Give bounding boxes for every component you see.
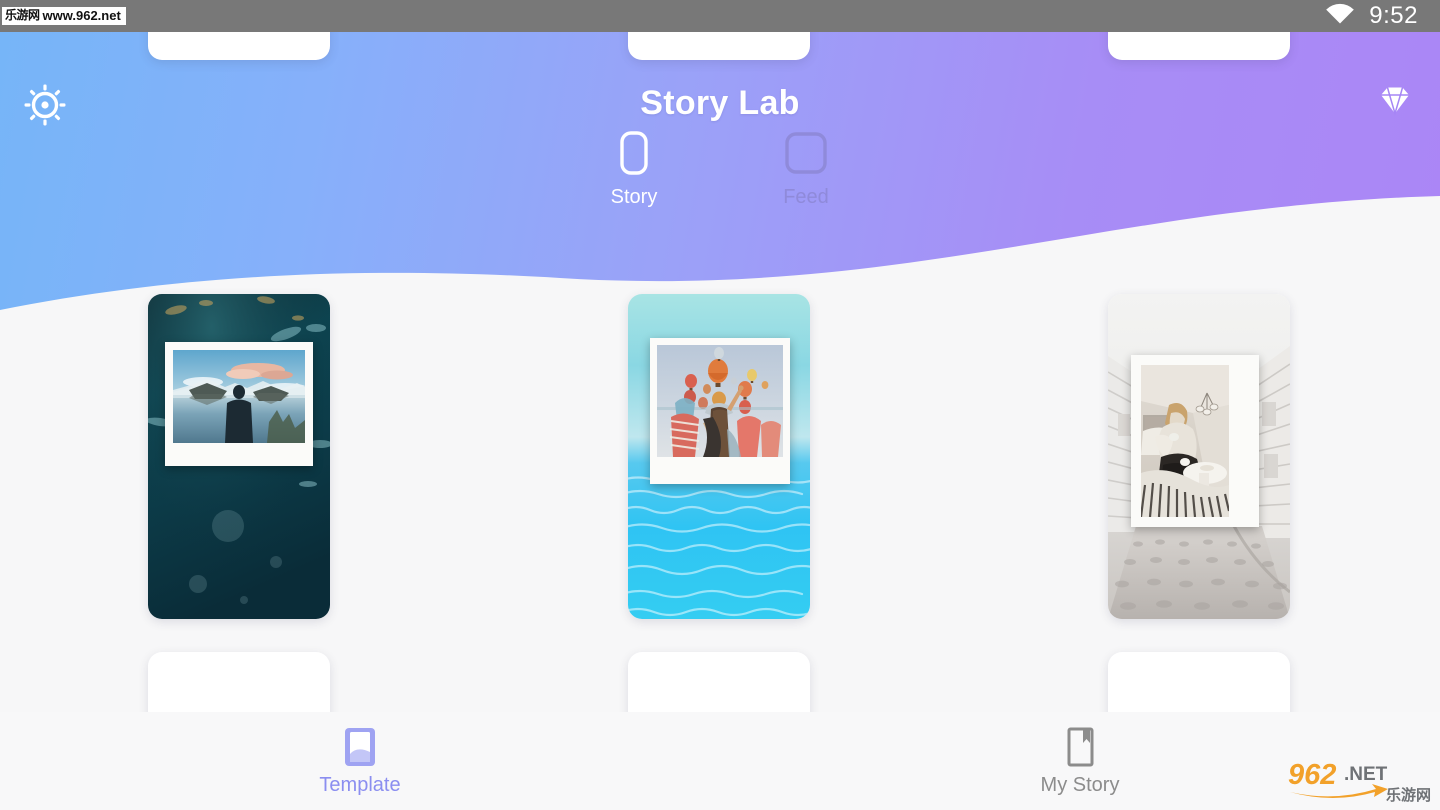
photo-frame-3	[1131, 355, 1259, 527]
template-card-cobblestone-street[interactable]	[1108, 294, 1290, 619]
site-watermark: 乐游网 www.962.net	[2, 7, 126, 25]
polaroid-frame-2	[650, 338, 790, 484]
story-format-icon	[619, 128, 649, 178]
bookmark-icon	[1060, 726, 1100, 768]
tab-story-label: Story	[610, 186, 658, 208]
polaroid-photo-1	[173, 350, 305, 443]
corner-watermark-logo: 962 .NET 乐游网	[1286, 754, 1432, 804]
wifi-icon	[1325, 3, 1355, 30]
nav-item-template-label: Template	[319, 773, 401, 796]
format-tab-bar: Story Feed	[0, 128, 1440, 209]
premium-button[interactable]	[1372, 82, 1418, 128]
site-watermark-url: www.962.net	[42, 8, 121, 23]
page-title: Story Lab	[640, 84, 800, 122]
watermark-digits: 962	[1288, 759, 1336, 791]
site-watermark-cn: 乐游网	[5, 8, 40, 22]
nav-item-template[interactable]: Template	[0, 712, 720, 810]
status-bar: 乐游网 www.962.net 9:52	[0, 0, 1440, 32]
app-root: 乐游网 www.962.net 9:52 Story Lab Story Fee…	[0, 0, 1440, 810]
feed-format-icon	[784, 128, 828, 178]
tab-feed-label: Feed	[783, 186, 829, 208]
status-right-cluster: 9:52	[1325, 2, 1440, 30]
watermark-tld: .NET	[1344, 764, 1388, 785]
status-clock: 9:52	[1369, 2, 1418, 29]
template-icon	[340, 726, 380, 768]
polaroid-frame-1	[165, 342, 313, 466]
frame-photo-3	[1141, 365, 1229, 517]
watermark-cn: 乐游网	[1386, 786, 1431, 804]
nav-item-my-story-label: My Story	[1040, 773, 1120, 796]
tab-story[interactable]: Story	[591, 128, 677, 209]
polaroid-photo-2	[657, 345, 783, 457]
bottom-navigation-bar: Template My Story	[0, 712, 1440, 810]
tab-feed[interactable]: Feed	[763, 128, 849, 209]
template-card-mountain-lake[interactable]	[148, 294, 330, 619]
template-card-hot-air-balloons[interactable]	[628, 294, 810, 619]
